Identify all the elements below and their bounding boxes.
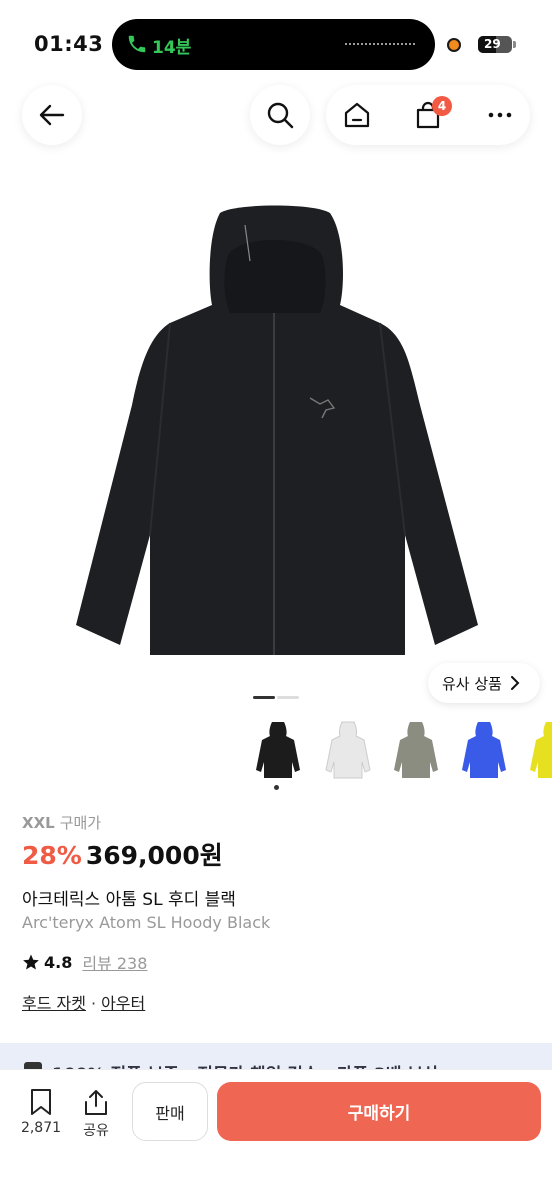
phone-icon	[128, 35, 146, 53]
buy-button[interactable]: 구매하기	[217, 1082, 541, 1141]
share-icon	[85, 1090, 107, 1115]
rating-score: 4.8	[44, 952, 73, 972]
call-duration: 14분	[152, 38, 192, 58]
back-arrow-icon	[39, 104, 65, 126]
thumbnail-black[interactable]	[248, 718, 308, 780]
product-title-ko: 아크테릭스 아톰 SL 후디 블랙	[22, 890, 236, 910]
back-button[interactable]	[22, 85, 82, 145]
dynamic-island[interactable]: 14분	[112, 19, 435, 70]
battery-level: 29	[484, 37, 501, 51]
nav-actions-group	[326, 85, 530, 145]
size-suffix: 구매가	[59, 814, 102, 832]
size-value: XXL	[22, 814, 55, 832]
category-link-hood-jacket[interactable]: 후드 자켓	[22, 994, 86, 1013]
discount-rate: 28%	[22, 841, 82, 870]
chevron-right-icon	[510, 676, 520, 690]
similar-products-label: 유사 상품	[442, 674, 502, 693]
audio-wave-icon	[345, 43, 415, 45]
category-link-outer[interactable]: 아우터	[101, 994, 145, 1013]
wishlist-button[interactable]: 2,871	[16, 1088, 66, 1136]
price-line: 28% 369,000원	[22, 836, 223, 872]
search-button[interactable]	[250, 85, 310, 145]
recording-indicator-icon	[447, 38, 461, 52]
status-time: 01:43	[34, 32, 104, 56]
wishlist-count: 2,871	[20, 1120, 62, 1136]
similar-products-button[interactable]: 유사 상품	[428, 663, 540, 703]
cart-count-badge: 4	[432, 96, 452, 116]
review-link[interactable]: 리뷰 238	[82, 950, 147, 974]
bottom-action-bar: 2,871 공유 판매 구매하기	[0, 1070, 552, 1200]
home-icon[interactable]	[343, 101, 371, 129]
bookmark-icon	[31, 1089, 51, 1115]
star-icon	[23, 954, 39, 970]
thumbnail-white[interactable]	[318, 718, 378, 780]
battery-tip	[513, 41, 516, 48]
color-thumbnails	[248, 718, 552, 788]
thumbnail-blue[interactable]	[454, 718, 514, 780]
search-icon	[267, 102, 294, 129]
category-breadcrumb: 후드 자켓 · 아우터	[22, 990, 145, 1014]
product-image[interactable]	[60, 205, 492, 675]
thumbnail-yellow[interactable]	[522, 718, 552, 780]
sell-button[interactable]: 판매	[132, 1082, 208, 1141]
image-pager	[253, 696, 299, 699]
share-label: 공유	[83, 1123, 109, 1139]
price: 369,000원	[85, 841, 223, 870]
category-separator: ·	[90, 994, 97, 1013]
selected-thumbnail-indicator	[274, 785, 279, 790]
more-icon[interactable]	[486, 101, 514, 129]
share-button[interactable]: 공유	[71, 1088, 121, 1140]
rating: 4.8 리뷰 238	[22, 950, 147, 974]
battery-icon: 29	[478, 36, 512, 53]
size-line: XXL 구매가	[22, 812, 101, 833]
thumbnail-olive[interactable]	[386, 718, 446, 780]
product-title-en: Arc'teryx Atom SL Hoody Black	[22, 913, 271, 932]
